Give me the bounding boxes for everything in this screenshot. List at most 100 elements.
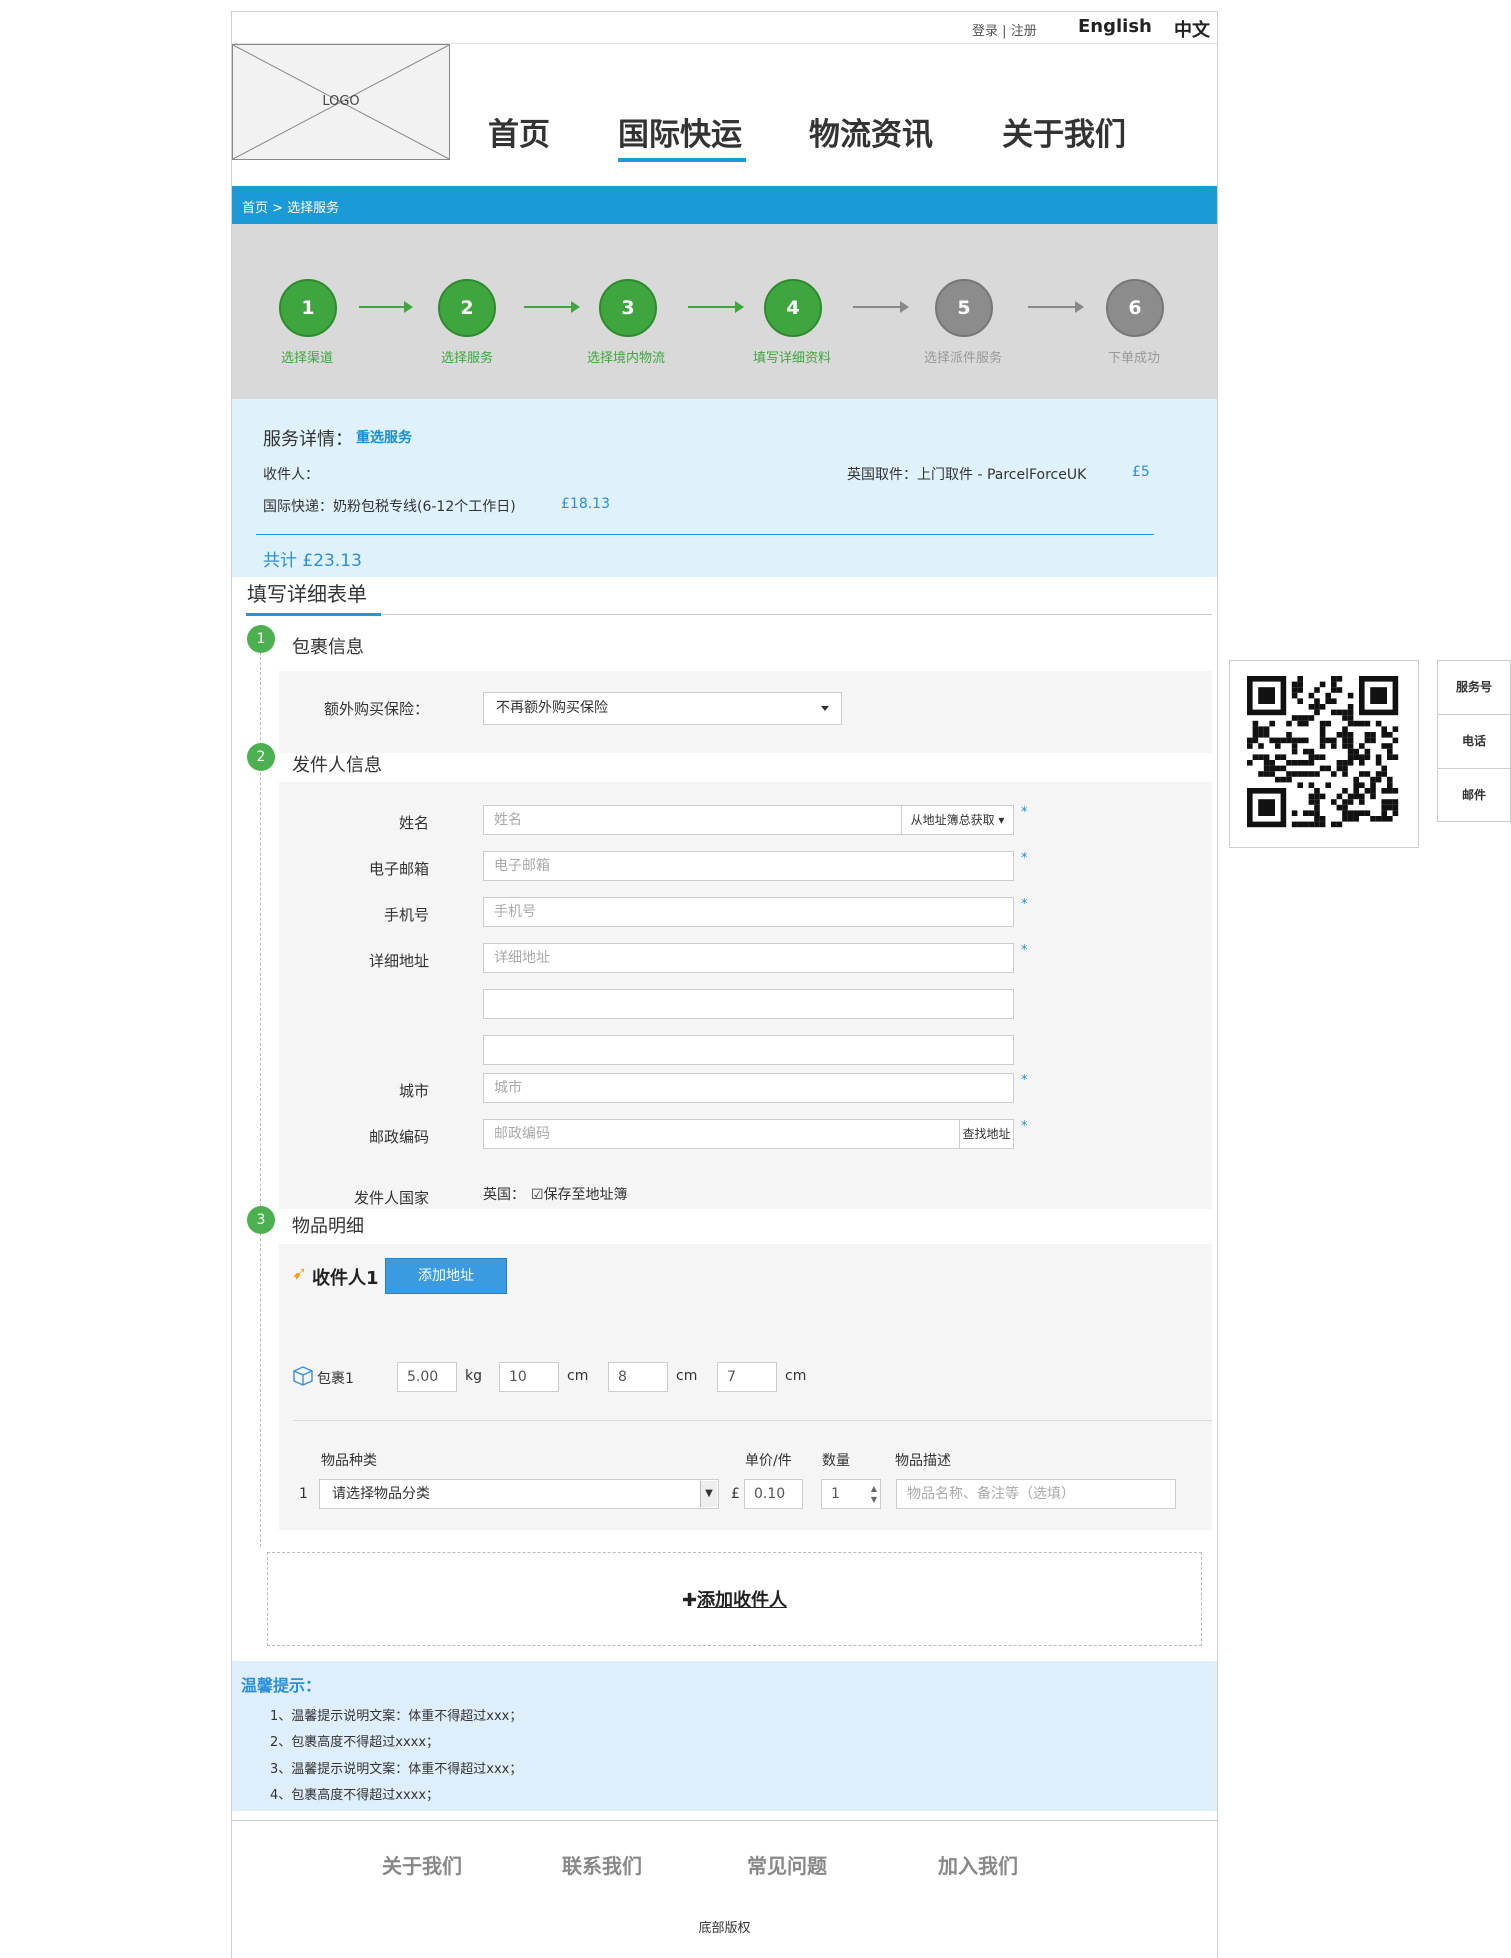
address-book-dropdown[interactable]: 从地址簿总获取 ▾ (901, 805, 1014, 835)
col-price: 单价/件 (745, 1453, 792, 1469)
breadcrumb[interactable]: 首页 > 选择服务 (242, 197, 339, 216)
express-line: 国际快递：奶粉包税专线(6-12个工作日) (263, 499, 516, 515)
tip-item: 4、包裹高度不得超过xxxx； (270, 1788, 440, 1803)
add-recipient-box[interactable]: ✚添加收件人 (267, 1552, 1202, 1646)
form-title: 填写详细表单 (247, 582, 367, 606)
send-arrow-icon: ➹ (292, 1263, 308, 1284)
chevron-down-icon: ▼ (700, 1481, 717, 1507)
city-input[interactable]: 城市 (483, 1073, 1014, 1103)
logo[interactable]: LOGO (232, 44, 450, 160)
section-3-badge: 3 (247, 1206, 275, 1234)
weight-input[interactable]: 5.00 (397, 1362, 457, 1392)
insurance-label: 额外购买保险： (323, 700, 429, 718)
side-phone[interactable]: 电话 (1438, 715, 1510, 769)
register-link[interactable]: 注册 (1011, 24, 1037, 39)
qty-stepper[interactable]: 1 ▲ ▼ (821, 1479, 881, 1509)
email-input[interactable]: 电子邮箱 (483, 851, 1014, 881)
currency-symbol: £ (731, 1486, 740, 1502)
category-select[interactable]: 请选择物品分类 ▼ (319, 1479, 719, 1509)
service-details: 服务详情： 重选服务 收件人： 英国取件：上门取件 - ParcelForceU… (232, 399, 1217, 577)
tip-item: 2、包裹高度不得超过xxxx； (270, 1735, 440, 1750)
tip-item: 1、温馨提示说明文案：体重不得超过xxx； (270, 1709, 523, 1724)
parcel-label: 包裹1 (317, 1371, 354, 1387)
qty-value: 1 (831, 1486, 840, 1502)
item-desc-input[interactable]: 物品名称、备注等（选填） (896, 1479, 1176, 1509)
step-arrow-3 (688, 301, 744, 313)
items-divider (293, 1420, 1212, 1421)
length-input[interactable]: 10 (499, 1362, 559, 1392)
tip-item: 3、温馨提示说明文案：体重不得超过xxx； (270, 1762, 523, 1777)
address-book-label: 从地址簿总获取 (910, 813, 995, 827)
checkbox-checked-icon: ☑ (531, 1187, 544, 1203)
recipient-label: 收件人： (263, 467, 319, 483)
nav-intl-express[interactable]: 国际快运 (618, 109, 742, 154)
footer-faq[interactable]: 常见问题 (747, 1850, 827, 1879)
side-email[interactable]: 邮件 (1438, 769, 1510, 822)
step-2-label: 选择服务 (440, 351, 493, 366)
address-input-3[interactable] (483, 1035, 1014, 1065)
step-arrow-4 (853, 301, 909, 313)
stepper-arrows-icon[interactable]: ▲ ▼ (871, 1483, 877, 1505)
side-contact-panel: 服务号 电话 邮件 (1437, 660, 1511, 822)
service-title: 服务详情： (263, 429, 353, 450)
width-input[interactable]: 8 (608, 1362, 668, 1392)
height-input[interactable]: 7 (717, 1362, 777, 1392)
footer-about[interactable]: 关于我们 (382, 1850, 462, 1879)
required-mark: * (1021, 1119, 1028, 1134)
step-arrow-2 (524, 301, 580, 313)
nav-logistics-news[interactable]: 物流资讯 (809, 109, 933, 154)
step-5-circle: 5 (935, 279, 993, 337)
nav-active-underline (618, 158, 746, 162)
page-container: 登录 | 注册 English 中文 LOGO 首页 国际快运 物流资讯 关于我… (231, 11, 1218, 1958)
price-input[interactable]: 0.10 (744, 1479, 803, 1509)
insurance-select[interactable]: 不再额外购买保险 (483, 692, 842, 725)
add-recipient-link[interactable]: ✚添加收件人 (268, 1586, 1201, 1612)
parcel-info-panel: 额外购买保险： 不再额外购买保险 (279, 671, 1212, 753)
col-category: 物品种类 (321, 1453, 377, 1469)
service-divider (256, 534, 1154, 535)
footer-contact[interactable]: 联系我们 (562, 1850, 642, 1879)
reselect-service-link[interactable]: 重选服务 (356, 427, 412, 447)
name-label: 姓名 (398, 814, 429, 832)
nav-home[interactable]: 首页 (488, 109, 550, 154)
lang-english[interactable]: English (1078, 16, 1152, 37)
postcode-label: 邮政编码 (368, 1128, 429, 1146)
sender-info-panel: 姓名 姓名 从地址簿总获取 ▾ * 电子邮箱 电子邮箱 * 手机号 手机号 * … (279, 782, 1212, 1209)
tips-panel: 温馨提示： 1、温馨提示说明文案：体重不得超过xxx； 2、包裹高度不得超过xx… (232, 1661, 1217, 1811)
section-1-badge: 1 (247, 625, 275, 653)
save-to-book-label: 保存至地址簿 (543, 1187, 628, 1203)
find-address-button[interactable]: 查找地址 (959, 1119, 1014, 1149)
weight-unit: kg (465, 1368, 482, 1384)
section-3-title: 物品明细 (292, 1216, 364, 1237)
phone-label: 手机号 (383, 906, 429, 924)
name-input[interactable]: 姓名 (483, 805, 902, 835)
address-label: 详细地址 (368, 952, 429, 970)
footer-join[interactable]: 加入我们 (938, 1850, 1018, 1879)
postcode-input[interactable]: 邮政编码 (483, 1119, 960, 1149)
lang-chinese[interactable]: 中文 (1174, 16, 1210, 42)
step-6-circle: 6 (1106, 279, 1164, 337)
address-input-2[interactable] (483, 989, 1014, 1019)
step-1-circle: 1 (279, 279, 337, 337)
qr-code (1229, 660, 1419, 848)
phone-input[interactable]: 手机号 (483, 897, 1014, 927)
step-5-label: 选择派件服务 (923, 351, 1002, 366)
insurance-value: 不再额外购买保险 (496, 700, 608, 716)
email-label: 电子邮箱 (368, 860, 429, 878)
login-link[interactable]: 登录 (972, 24, 998, 39)
copyright: 底部版权 (698, 1921, 751, 1936)
address-input-1[interactable]: 详细地址 (483, 943, 1014, 973)
section-1-title: 包裹信息 (292, 637, 364, 658)
footer-divider (232, 1820, 1217, 1821)
chevron-down-icon (821, 706, 829, 711)
step-4-label: 填写详细资料 (752, 351, 831, 366)
save-to-book-checkbox[interactable]: ☑保存至地址簿 (531, 1184, 628, 1204)
add-address-button[interactable]: 添加地址 (385, 1258, 507, 1294)
section-2-title: 发件人信息 (292, 755, 382, 776)
section-timeline (260, 652, 261, 1547)
step-arrow-5 (1028, 301, 1084, 313)
nav-about-us[interactable]: 关于我们 (1002, 109, 1126, 154)
breadcrumb-bar: 首页 > 选择服务 (232, 186, 1217, 224)
side-service-account[interactable]: 服务号 (1438, 661, 1510, 715)
progress-steps: 1 选择渠道 2 选择服务 3 选择境内物流 4 填写详细资料 5 选择派件服务… (232, 224, 1217, 399)
